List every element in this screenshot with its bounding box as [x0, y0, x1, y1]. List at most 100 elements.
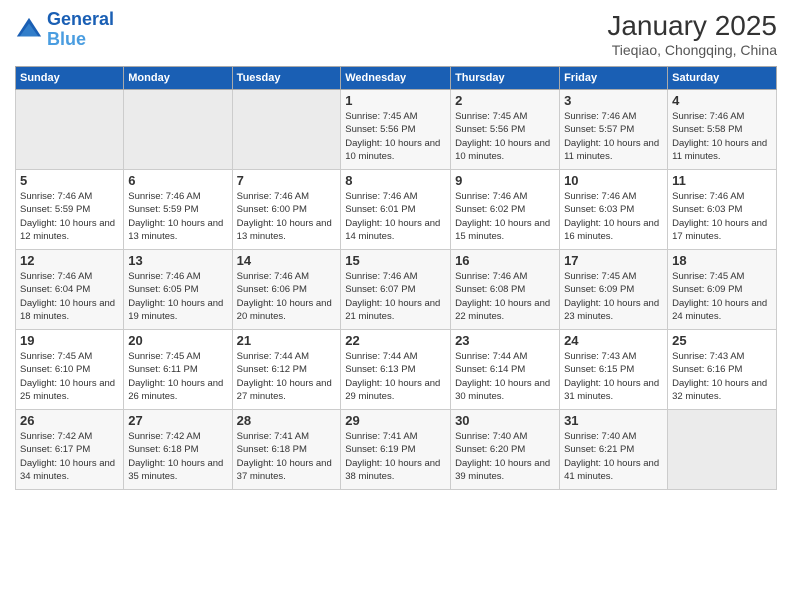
day-number: 23	[455, 333, 555, 348]
day-number: 16	[455, 253, 555, 268]
day-info: Sunrise: 7:41 AM Sunset: 6:18 PM Dayligh…	[237, 430, 337, 483]
day-info: Sunrise: 7:46 AM Sunset: 6:06 PM Dayligh…	[237, 270, 337, 323]
day-number: 17	[564, 253, 663, 268]
calendar-day-cell: 11Sunrise: 7:46 AM Sunset: 6:03 PM Dayli…	[668, 170, 777, 250]
calendar-day-cell: 3 Sunrise: 7:46 AM Sunset: 5:57 PM Daylig…	[560, 90, 668, 170]
day-info: Sunrise: 7:46 AM Sunset: 6:03 PM Dayligh…	[672, 190, 772, 243]
day-info: Sunrise: 7:45 AM Sunset: 6:09 PM Dayligh…	[672, 270, 772, 323]
day-number: 5	[20, 173, 119, 188]
day-info: Sunrise: 7:43 AM Sunset: 6:16 PM Dayligh…	[672, 350, 772, 403]
calendar-day-cell: 24 Sunrise: 7:43 AM Sunset: 6:15 PM Dayli…	[560, 330, 668, 410]
calendar-day-cell	[668, 410, 777, 490]
header-friday: Friday	[560, 67, 668, 90]
calendar-day-cell: 7 Sunrise: 7:46 AM Sunset: 6:00 PM Daylig…	[232, 170, 341, 250]
header-saturday: Saturday	[668, 67, 777, 90]
calendar-day-cell: 5Sunrise: 7:46 AM Sunset: 5:59 PM Daylig…	[16, 170, 124, 250]
day-info: Sunrise: 7:45 AM Sunset: 5:56 PM Dayligh…	[455, 110, 555, 163]
logo: General Blue	[15, 10, 114, 50]
calendar-day-cell	[232, 90, 341, 170]
day-info: Sunrise: 7:46 AM Sunset: 6:05 PM Dayligh…	[128, 270, 227, 323]
day-number: 27	[128, 413, 227, 428]
calendar-day-cell: 8Sunrise: 7:46 AM Sunset: 6:01 PM Daylig…	[341, 170, 451, 250]
calendar-week-row: 26 Sunrise: 7:42 AM Sunset: 6:17 PM Dayli…	[16, 410, 777, 490]
calendar-day-cell: 25 Sunrise: 7:43 AM Sunset: 6:16 PM Dayli…	[668, 330, 777, 410]
calendar-day-cell: 15 Sunrise: 7:46 AM Sunset: 6:07 PM Dayli…	[341, 250, 451, 330]
day-info: Sunrise: 7:44 AM Sunset: 6:14 PM Dayligh…	[455, 350, 555, 403]
calendar-day-cell: 26 Sunrise: 7:42 AM Sunset: 6:17 PM Dayli…	[16, 410, 124, 490]
calendar-day-cell: 13 Sunrise: 7:46 AM Sunset: 6:05 PM Dayli…	[124, 250, 232, 330]
day-info: Sunrise: 7:45 AM Sunset: 5:56 PM Dayligh…	[345, 110, 446, 163]
day-info: Sunrise: 7:46 AM Sunset: 5:57 PM Dayligh…	[564, 110, 663, 163]
header-thursday: Thursday	[451, 67, 560, 90]
calendar-day-cell: 20 Sunrise: 7:45 AM Sunset: 6:11 PM Dayli…	[124, 330, 232, 410]
day-number: 24	[564, 333, 663, 348]
calendar-day-cell: 22 Sunrise: 7:44 AM Sunset: 6:13 PM Dayli…	[341, 330, 451, 410]
day-info: Sunrise: 7:42 AM Sunset: 6:17 PM Dayligh…	[20, 430, 119, 483]
day-number: 26	[20, 413, 119, 428]
calendar-day-cell: 14 Sunrise: 7:46 AM Sunset: 6:06 PM Dayli…	[232, 250, 341, 330]
header: General Blue January 2025 Tieqiao, Chong…	[15, 10, 777, 58]
subtitle: Tieqiao, Chongqing, China	[607, 42, 777, 58]
day-info: Sunrise: 7:45 AM Sunset: 6:11 PM Dayligh…	[128, 350, 227, 403]
calendar-week-row: 19Sunrise: 7:45 AM Sunset: 6:10 PM Dayli…	[16, 330, 777, 410]
day-number: 6	[128, 173, 227, 188]
day-number: 8	[345, 173, 446, 188]
calendar-day-cell: 27 Sunrise: 7:42 AM Sunset: 6:18 PM Dayli…	[124, 410, 232, 490]
day-info: Sunrise: 7:46 AM Sunset: 6:07 PM Dayligh…	[345, 270, 446, 323]
calendar-day-cell: 9Sunrise: 7:46 AM Sunset: 6:02 PM Daylig…	[451, 170, 560, 250]
day-info: Sunrise: 7:43 AM Sunset: 6:15 PM Dayligh…	[564, 350, 663, 403]
day-info: Sunrise: 7:42 AM Sunset: 6:18 PM Dayligh…	[128, 430, 227, 483]
day-number: 29	[345, 413, 446, 428]
day-number: 22	[345, 333, 446, 348]
calendar-day-cell: 2 Sunrise: 7:45 AM Sunset: 5:56 PM Daylig…	[451, 90, 560, 170]
header-wednesday: Wednesday	[341, 67, 451, 90]
calendar-day-cell: 4 Sunrise: 7:46 AM Sunset: 5:58 PM Daylig…	[668, 90, 777, 170]
day-number: 25	[672, 333, 772, 348]
day-number: 2	[455, 93, 555, 108]
day-info: Sunrise: 7:46 AM Sunset: 6:03 PM Dayligh…	[564, 190, 663, 243]
calendar-day-cell: 23 Sunrise: 7:44 AM Sunset: 6:14 PM Dayli…	[451, 330, 560, 410]
day-number: 1	[345, 93, 446, 108]
day-info: Sunrise: 7:46 AM Sunset: 6:08 PM Dayligh…	[455, 270, 555, 323]
day-info: Sunrise: 7:46 AM Sunset: 6:02 PM Dayligh…	[455, 190, 555, 243]
day-number: 28	[237, 413, 337, 428]
logo-icon	[15, 16, 43, 44]
day-number: 7	[237, 173, 337, 188]
calendar-day-cell: 31 Sunrise: 7:40 AM Sunset: 6:21 PM Dayli…	[560, 410, 668, 490]
day-number: 21	[237, 333, 337, 348]
day-info: Sunrise: 7:46 AM Sunset: 5:59 PM Dayligh…	[128, 190, 227, 243]
calendar-day-cell: 19Sunrise: 7:45 AM Sunset: 6:10 PM Dayli…	[16, 330, 124, 410]
day-info: Sunrise: 7:46 AM Sunset: 6:00 PM Dayligh…	[237, 190, 337, 243]
calendar-week-row: 12 Sunrise: 7:46 AM Sunset: 6:04 PM Dayli…	[16, 250, 777, 330]
day-number: 31	[564, 413, 663, 428]
calendar-header-row: Sunday Monday Tuesday Wednesday Thursday…	[16, 67, 777, 90]
calendar-day-cell: 30 Sunrise: 7:40 AM Sunset: 6:20 PM Dayli…	[451, 410, 560, 490]
day-number: 20	[128, 333, 227, 348]
day-number: 15	[345, 253, 446, 268]
logo-text: General Blue	[47, 10, 114, 50]
day-info: Sunrise: 7:44 AM Sunset: 6:12 PM Dayligh…	[237, 350, 337, 403]
calendar-day-cell: 6 Sunrise: 7:46 AM Sunset: 5:59 PM Daylig…	[124, 170, 232, 250]
day-number: 12	[20, 253, 119, 268]
day-number: 10	[564, 173, 663, 188]
day-number: 30	[455, 413, 555, 428]
day-info: Sunrise: 7:46 AM Sunset: 5:58 PM Dayligh…	[672, 110, 772, 163]
day-info: Sunrise: 7:40 AM Sunset: 6:21 PM Dayligh…	[564, 430, 663, 483]
header-sunday: Sunday	[16, 67, 124, 90]
day-number: 4	[672, 93, 772, 108]
page-container: General Blue January 2025 Tieqiao, Chong…	[0, 0, 792, 500]
calendar-day-cell: 1 Sunrise: 7:45 AM Sunset: 5:56 PM Daylig…	[341, 90, 451, 170]
day-number: 14	[237, 253, 337, 268]
calendar-day-cell: 29Sunrise: 7:41 AM Sunset: 6:19 PM Dayli…	[341, 410, 451, 490]
calendar-day-cell: 18 Sunrise: 7:45 AM Sunset: 6:09 PM Dayli…	[668, 250, 777, 330]
title-block: January 2025 Tieqiao, Chongqing, China	[607, 10, 777, 58]
day-info: Sunrise: 7:46 AM Sunset: 6:04 PM Dayligh…	[20, 270, 119, 323]
day-number: 13	[128, 253, 227, 268]
day-info: Sunrise: 7:44 AM Sunset: 6:13 PM Dayligh…	[345, 350, 446, 403]
day-number: 18	[672, 253, 772, 268]
calendar-day-cell	[16, 90, 124, 170]
header-monday: Monday	[124, 67, 232, 90]
day-info: Sunrise: 7:40 AM Sunset: 6:20 PM Dayligh…	[455, 430, 555, 483]
calendar-day-cell	[124, 90, 232, 170]
day-number: 3	[564, 93, 663, 108]
